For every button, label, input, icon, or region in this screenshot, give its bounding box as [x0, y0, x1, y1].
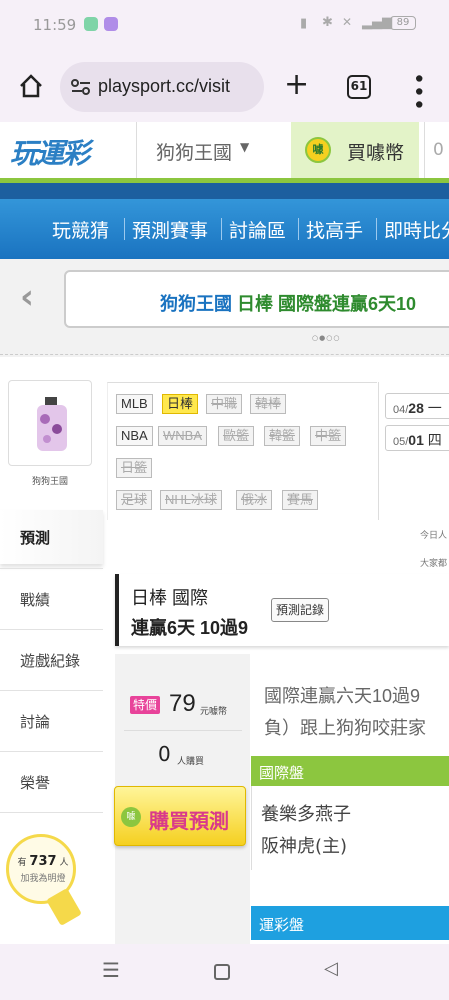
sport-tag-khl[interactable]: 俄冰 — [236, 490, 273, 510]
price-divider — [124, 730, 242, 731]
team-home: 阪神虎(主) — [261, 836, 348, 857]
address-bar[interactable]: playsport.cc/visit — [60, 62, 264, 112]
banner-divider — [0, 354, 449, 357]
carousel-dots[interactable]: ○●○○ — [312, 334, 340, 342]
nav-item-live-score[interactable]: 即時比分 — [384, 216, 449, 243]
site-logo[interactable]: 玩運彩 — [10, 132, 90, 172]
banner-text: 日棒 國際盤連贏6天10 — [237, 294, 417, 314]
date-button[interactable]: 05/01 四 — [385, 425, 449, 451]
header-divider — [136, 122, 137, 179]
nav-item-forum[interactable]: 討論區 — [229, 216, 286, 243]
buy-coin-label: 買噱幣 — [347, 143, 405, 164]
sport-tag-kbl[interactable]: 韓籃 — [264, 426, 301, 446]
sport-tag-euro-basketball[interactable]: 歐籃 — [218, 426, 255, 446]
chevron-left-icon[interactable]: ‹ — [20, 280, 34, 314]
site-settings-icon[interactable] — [70, 76, 92, 102]
side-tab-predict[interactable]: 預測 — [0, 510, 103, 564]
vibrate-icon: ▮ — [300, 16, 308, 31]
nav-divider — [221, 218, 222, 240]
lottery-market-header: 運彩盤 — [251, 906, 449, 940]
price-amount: 79 — [169, 690, 196, 717]
status-bar: 11:59 ▮ ✱ ✕ ▂▄▆ 89 — [0, 0, 449, 52]
site-header: 玩運彩 狗狗王國 ▼ 噱 買噱幣 0 — [0, 122, 449, 180]
sport-tag-nba[interactable]: NBA — [116, 426, 153, 446]
sport-tag-npb[interactable]: 日棒 — [162, 394, 199, 414]
sport-tag-bleague[interactable]: 日籃 — [116, 458, 153, 478]
team-away: 養樂多燕子 — [261, 804, 351, 825]
banner-box[interactable]: 狗狗王國 日棒 國際盤連贏6天10 — [64, 270, 449, 328]
avatar[interactable] — [8, 380, 92, 466]
banner-user: 狗狗王國 — [160, 294, 232, 314]
price-unit: 元噱幣 — [200, 707, 228, 717]
user-menu-label[interactable]: 狗狗王國 — [156, 138, 232, 165]
status-time: 11:59 — [33, 16, 77, 34]
messenger-app-icon — [104, 17, 118, 31]
nav-divider — [376, 218, 377, 240]
sale-badge: 特價 — [130, 696, 161, 714]
recent-apps-icon[interactable]: ☰ — [102, 960, 120, 980]
intl-market-body: 養樂多燕子 阪神虎(主) — [251, 786, 449, 870]
side-divider — [0, 812, 103, 813]
buy-prediction-label: 購買預測 — [149, 811, 229, 833]
nav-item-play[interactable]: 玩競猜 — [52, 216, 109, 243]
home-button-icon[interactable] — [214, 964, 230, 980]
side-tab-discuss[interactable]: 討論 — [0, 690, 103, 751]
nav-top-strip — [0, 183, 449, 199]
nav-divider — [298, 218, 299, 240]
today-label: 今日人 — [420, 531, 448, 541]
everyone-label: 大家都 — [420, 559, 448, 569]
notification-app-icon — [84, 17, 98, 31]
no-sim-icon: ✕ — [342, 15, 353, 29]
sport-tag-cpbl[interactable]: 中職 — [206, 394, 243, 414]
new-tab-icon[interactable]: + — [284, 70, 309, 100]
coin-balance: 0 — [424, 122, 449, 179]
prediction-desc-line2: 負）跟上狗狗咬莊家 — [264, 718, 426, 738]
url-text: playsport.cc/visit — [98, 76, 231, 96]
record-league: 日棒 國際 — [131, 588, 209, 608]
sport-tag-horse-racing[interactable]: 賽馬 — [282, 490, 319, 510]
profile-name: 狗狗王國 — [32, 477, 69, 487]
signal-icon: ▂▄▆ — [362, 15, 392, 30]
nav-item-predict[interactable]: 預測賽事 — [132, 216, 208, 243]
more-menu-icon[interactable]: ••• — [405, 72, 430, 111]
side-tab-game-log[interactable]: 遊戲紀錄 — [0, 629, 103, 690]
sport-tag-wnba[interactable]: WNBA — [158, 426, 207, 446]
side-tab-honor[interactable]: 榮譽 — [0, 751, 103, 812]
buyer-unit: 人購買 — [177, 757, 205, 767]
sport-tag-nhl[interactable]: NHL冰球 — [160, 490, 223, 510]
sport-tag-soccer[interactable]: 足球 — [116, 490, 153, 510]
sport-tag-cba[interactable]: 中籃 — [310, 426, 347, 446]
buy-prediction-button[interactable]: 噱 購買預測 — [114, 786, 246, 846]
nav-item-experts[interactable]: 找高手 — [306, 216, 363, 243]
system-nav-bar: ☰ ◁ — [0, 944, 449, 1000]
record-streak: 連贏6天 10過9 — [131, 618, 249, 638]
home-icon[interactable] — [18, 73, 44, 103]
nav-divider — [124, 218, 125, 240]
intl-market-header: 國際盤 — [251, 756, 449, 786]
record-card: 日棒 國際 連贏6天 10過9 預測記錄 — [115, 574, 449, 646]
sport-tag-mlb[interactable]: MLB — [116, 394, 153, 414]
buy-coin-button[interactable]: 噱 買噱幣 — [291, 122, 419, 179]
battery-icon: 89 — [390, 16, 416, 30]
coin-icon: 噱 — [305, 137, 331, 163]
light-sub-label: 加我為明燈 — [20, 874, 66, 884]
chevron-down-icon[interactable]: ▼ — [240, 140, 249, 154]
coin-icon: 噱 — [121, 807, 141, 827]
tab-count-button[interactable]: 61 — [347, 75, 371, 99]
date-button[interactable]: 04/28 一 — [385, 393, 449, 419]
history-button[interactable]: 預測記錄 — [271, 598, 330, 622]
sport-tag-kbo[interactable]: 韓棒 — [250, 394, 287, 414]
light-count: 有 737 人 — [17, 854, 69, 869]
buyer-count: 0 — [158, 742, 171, 766]
back-icon[interactable]: ◁ — [324, 958, 338, 979]
side-tab-record[interactable]: 戰績 — [0, 568, 103, 629]
prediction-desc-line1: 國際連贏六天10過9 — [264, 686, 421, 706]
bluetooth-icon: ✱ — [322, 15, 333, 30]
